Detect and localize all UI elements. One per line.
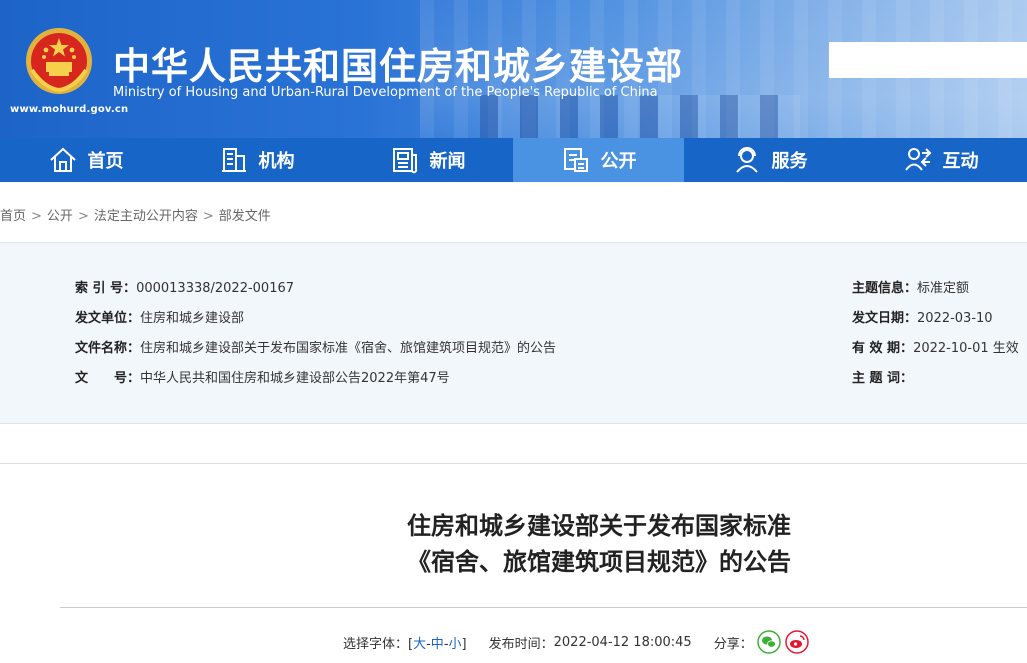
divider xyxy=(0,463,1027,464)
nav-label-home: 首页 xyxy=(87,151,124,172)
font-size-label: 选择字体：[ xyxy=(343,636,414,652)
breadcrumb-separator: > xyxy=(77,209,89,224)
interaction-icon xyxy=(904,148,931,171)
info-keywords: 主 题 词： xyxy=(852,367,913,386)
info-doc-no-label: 文 号： xyxy=(75,371,141,386)
publish-time-label: 发布时间： xyxy=(488,636,554,652)
info-index: 索 引 号：000013338/2022-00167 xyxy=(75,277,294,296)
site-title-en: Ministry of Housing and Urban-Rural Deve… xyxy=(113,85,658,100)
nav-item-public[interactable]: 公开 xyxy=(513,138,684,182)
font-size-medium-link[interactable]: 中 xyxy=(431,637,444,652)
nav-label-interact: 互动 xyxy=(942,151,979,172)
info-name: 文件名称：住房和城乡建设部关于发布国家标准《宿舍、旅馆建筑项目规范》的公告 xyxy=(75,337,556,356)
info-validity-label: 有 效 期： xyxy=(852,341,914,356)
breadcrumb-separator: > xyxy=(202,209,214,224)
info-validity-value: 2022-10-01 生效 xyxy=(913,341,1019,356)
home-icon xyxy=(49,147,76,172)
info-topic: 主题信息：标准定额 xyxy=(852,277,969,296)
breadcrumb-home[interactable]: 首页 xyxy=(0,209,26,224)
document-info-box: 索 引 号：000013338/2022-00167 发文单位：住房和城乡建设部… xyxy=(0,242,1027,424)
nav-item-interact[interactable]: 互动 xyxy=(855,138,1026,182)
article-title: 住房和城乡建设部关于发布国家标准 《宿舍、旅馆建筑项目规范》的公告 xyxy=(0,508,1027,580)
nav-label-service: 服务 xyxy=(771,151,808,172)
article-meta-bar: 选择字体：[大-中-小] 发布时间： 2022-04-12 18:00:45 分享… xyxy=(343,630,809,654)
info-name-value: 住房和城乡建设部关于发布国家标准《宿舍、旅馆建筑项目规范》的公告 xyxy=(140,341,557,356)
breadcrumb-statutory[interactable]: 法定主动公开内容 xyxy=(94,209,198,224)
nav-item-service[interactable]: 服务 xyxy=(684,138,855,182)
page: www.mohurd.gov.cn 中华人民共和国住房和城乡建设部 Minist… xyxy=(0,0,1027,663)
info-validity: 有 效 期：2022-10-01 生效 xyxy=(852,337,1019,356)
article-title-line2: 《宿舍、旅馆建筑项目规范》的公告 xyxy=(407,548,791,576)
info-doc-no: 文 号：中华人民共和国住房和城乡建设部公告2022年第47号 xyxy=(75,367,450,386)
main-nav: 首页 机构 新闻 公开 服务 互动 xyxy=(0,138,1027,182)
national-emblem-icon[interactable] xyxy=(24,26,94,96)
nav-label-public: 公开 xyxy=(600,151,637,172)
site-title: 中华人民共和国住房和城乡建设部 xyxy=(113,45,683,88)
building-icon xyxy=(221,148,246,172)
building-columns xyxy=(480,95,800,138)
info-topic-label: 主题信息： xyxy=(852,281,918,296)
article-title-line1: 住房和城乡建设部关于发布国家标准 xyxy=(407,512,791,540)
breadcrumb-separator: > xyxy=(31,209,42,224)
wechat-share-icon[interactable] xyxy=(756,630,781,654)
nav-item-home[interactable]: 首页 xyxy=(0,138,171,182)
font-size-large-link[interactable]: 大 xyxy=(413,637,426,652)
info-unit-label: 发文单位： xyxy=(75,311,141,326)
breadcrumb-public[interactable]: 公开 xyxy=(47,209,73,224)
nav-item-org[interactable]: 机构 xyxy=(171,138,342,182)
newspaper-icon xyxy=(392,148,417,174)
info-index-label: 索 引 号： xyxy=(75,281,137,296)
font-size-selector: 选择字体：[大-中-小] xyxy=(343,633,467,652)
info-name-label: 文件名称： xyxy=(75,341,141,356)
info-doc-no-value: 中华人民共和国住房和城乡建设部公告2022年第47号 xyxy=(140,371,450,386)
breadcrumb-documents[interactable]: 部发文件 xyxy=(219,209,271,224)
document-icon xyxy=(563,148,588,172)
info-date: 发文日期：2022-03-10 xyxy=(852,307,993,326)
nav-label-news: 新闻 xyxy=(429,151,466,172)
title-divider xyxy=(60,607,1027,608)
header-banner: www.mohurd.gov.cn 中华人民共和国住房和城乡建设部 Minist… xyxy=(0,0,1027,138)
info-topic-value: 标准定额 xyxy=(917,281,970,296)
site-url: www.mohurd.gov.cn xyxy=(10,104,129,115)
font-size-small-link[interactable]: 小 xyxy=(449,637,462,652)
weibo-share-icon[interactable] xyxy=(784,630,809,654)
info-index-value: 000013338/2022-00167 xyxy=(136,281,295,296)
nav-label-org: 机构 xyxy=(258,151,295,172)
info-unit: 发文单位：住房和城乡建设部 xyxy=(75,307,244,326)
nav-item-news[interactable]: 新闻 xyxy=(342,138,513,182)
person-service-icon xyxy=(735,147,758,173)
publish-time-value: 2022-04-12 18:00:45 xyxy=(553,634,692,650)
info-unit-value: 住房和城乡建设部 xyxy=(140,311,245,326)
info-keywords-label: 主 题 词： xyxy=(852,371,914,386)
share-label: 分享： xyxy=(713,636,753,652)
search-input[interactable] xyxy=(829,42,1027,78)
breadcrumb: 首页 > 公开 > 法定主动公开内容 > 部发文件 xyxy=(0,205,271,224)
info-date-label: 发文日期： xyxy=(852,311,918,326)
font-size-close: ] xyxy=(461,636,467,652)
info-date-value: 2022-03-10 xyxy=(917,311,993,326)
